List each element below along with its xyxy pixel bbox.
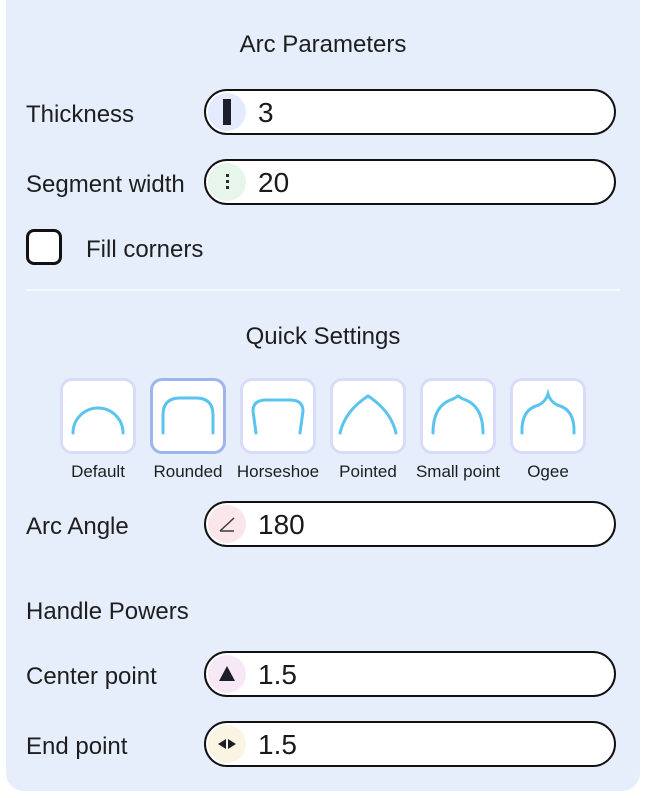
arc-angle-label: Arc Angle [26,513,129,540]
handle-powers-title: Handle Powers [26,598,189,625]
preset-rounded-label: Rounded [153,462,223,481]
preset-default-label: Default [71,462,125,481]
preset-horseshoe-button[interactable] [240,378,316,454]
preset-ogee-label: Ogee [527,462,569,481]
segment-width-field[interactable]: 20 [204,159,616,205]
arc-ogee-icon [520,388,576,435]
arc-horseshoe-icon [251,398,305,435]
thickness-label: Thickness [26,101,135,128]
preset-horseshoe-label: Horseshoe [236,462,320,481]
segment-width-label: Segment width [26,171,185,198]
left-right-arrows-icon [208,725,246,763]
preset-small-point-label: Small point [415,462,501,481]
end-point-value[interactable]: 1.5 [258,723,297,765]
arc-angle-value[interactable]: 180 [258,503,305,545]
preset-rounded-button[interactable] [150,378,226,454]
preset-ogee-button[interactable] [510,378,586,454]
preset-pointed-label: Pointed [339,462,397,481]
thickness-value[interactable]: 3 [258,91,274,133]
center-point-label: Center point [26,663,157,690]
fill-corners-label: Fill corners [86,236,204,263]
triangle-up-icon [208,655,246,693]
arc-default-icon [71,406,125,435]
arc-parameters-title: Arc Parameters [239,31,407,58]
quick-settings-title: Quick Settings [245,323,401,350]
arc-pointed-icon [338,394,398,435]
angle-icon [208,505,246,543]
arc-rounded-icon [161,396,215,435]
arc-small-point-icon [431,394,485,435]
preset-pointed-button[interactable] [330,378,406,454]
dotted-line-icon [208,163,246,201]
preset-default-button[interactable] [60,378,136,454]
preset-small-point-button[interactable] [420,378,496,454]
fill-corners-checkbox[interactable] [26,229,62,265]
segment-width-value[interactable]: 20 [258,161,289,203]
thickness-field[interactable]: 3 [204,89,616,135]
center-point-field[interactable]: 1.5 [204,651,616,697]
section-divider [26,289,620,291]
center-point-value[interactable]: 1.5 [258,653,297,695]
thickness-bar-icon [208,93,246,131]
end-point-label: End point [26,733,128,760]
arc-angle-field[interactable]: 180 [204,501,616,547]
end-point-field[interactable]: 1.5 [204,721,616,767]
